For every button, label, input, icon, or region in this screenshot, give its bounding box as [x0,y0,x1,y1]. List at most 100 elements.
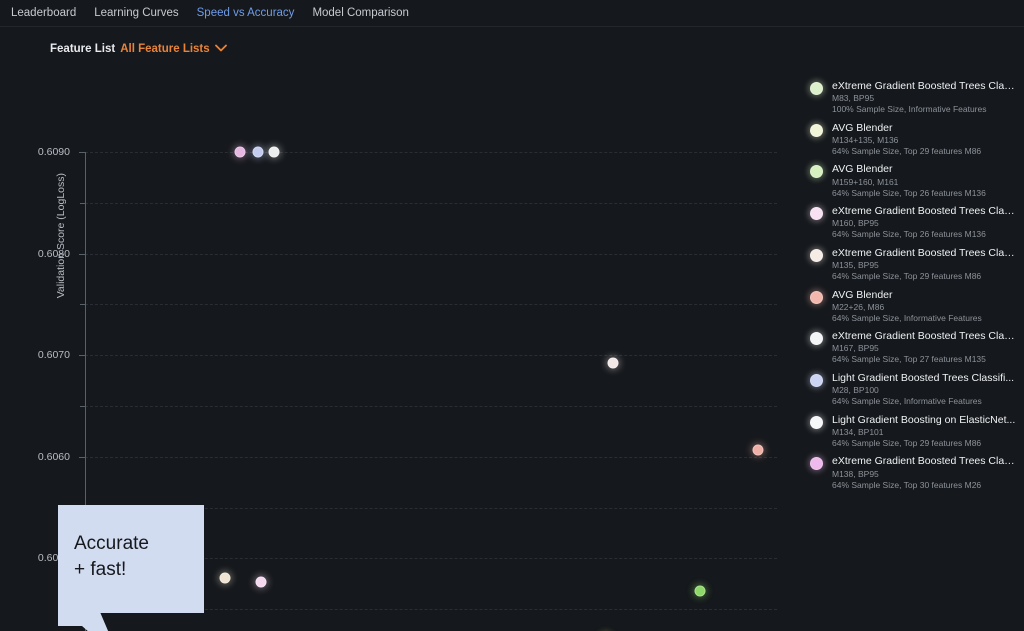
legend-item[interactable]: eXtreme Gradient Boosted Trees Classi...… [806,455,1024,490]
legend-item[interactable]: eXtreme Gradient Boosted Trees Classi...… [806,330,1024,365]
callout-bubble: Accurate + fast! [58,505,204,613]
legend-color-swatch-icon [810,415,823,429]
legend-item-title: eXtreme Gradient Boosted Trees Classi... [832,246,1018,259]
callout-text: Accurate + fast! [74,533,149,580]
legend-item-title: eXtreme Gradient Boosted Trees Classi... [832,330,1018,343]
legend-color-swatch-icon [810,290,823,304]
legend-item-model-id: M134+135, M136 [832,134,899,145]
scatter-point[interactable] [252,146,264,158]
legend-item-model-id: M138, BP95 [832,468,879,479]
gridline [85,253,777,255]
legend-item-title: eXtreme Gradient Boosted Trees Classi... [832,80,1018,92]
y-axis-title: Validation Score (LogLoss) [55,173,67,299]
legend-item-text: AVG Blender M159+160, M161 64% Sample Size… [832,163,986,198]
legend-item[interactable]: AVG Blender M134+135, M136 64% Sample Size… [806,122,1024,157]
scatter-point[interactable] [219,572,231,584]
legend-color-swatch-icon [810,123,823,137]
legend-item-sample-info: 64% Sample Size, Top 29 features M86 [832,437,982,448]
legend-item[interactable]: Light Gradient Boosting on ElasticNet...… [806,414,1024,449]
legend-color-swatch-icon [810,374,823,388]
legend-color-swatch-icon [810,82,823,95]
legend-item-title: AVG Blender [832,288,893,301]
legend-color-swatch-icon [810,248,823,262]
legend-item-sample-info: 64% Sample Size, Informative Features [832,396,982,407]
legend-item-text: AVG Blender M22+26, M86 64% Sample Size, I… [832,289,982,324]
legend-item-text: eXtreme Gradient Boosted Trees Classi...… [832,80,1018,115]
speed-vs-accuracy-page: Leaderboard Learning Curves Speed vs Accur… [0,0,1024,631]
legend-item-model-id: M22+26, M86 [832,301,885,312]
feature-list-dropdown-value[interactable]: All Feature Lists [120,43,209,55]
nav-tab-speed-vs-accuracy[interactable]: Speed vs Accuracy [188,0,304,26]
legend-item-sample-info: 100% Sample Size, Informative Features [832,104,987,115]
scatter-point[interactable] [234,146,246,158]
legend-color-swatch-icon [810,332,823,346]
legend-item-text: AVG Blender M134+135, M136 64% Sample Size… [832,122,981,157]
feature-list-bar: Feature List All Feature Lists [0,38,800,60]
legend-item-title: eXtreme Gradient Boosted Trees Classi... [832,455,1018,468]
y-axis-tick [79,456,85,458]
y-axis-tick-label: 0.6070 [37,349,70,362]
legend-item-text: eXtreme Gradient Boosted Trees Classi...… [832,330,1018,365]
nav-tab-leaderboard[interactable]: Leaderboard [2,0,85,26]
legend-item-text: eXtreme Gradient Boosted Trees Classi...… [832,205,1018,240]
scatter-point[interactable] [694,585,706,597]
legend-item-sample-info: 64% Sample Size, Top 29 features M86 [832,271,982,282]
y-axis-tick-label: 0.6080 [37,247,70,260]
speed-vs-accuracy-scatter-chart: Validation Score (LogLoss) Time to make … [0,68,800,631]
legend-item[interactable]: AVG Blender M22+26, M86 64% Sample Size, I… [806,289,1024,324]
legend-item-model-id: M159+160, M161 [832,176,899,187]
gridline [85,202,777,204]
scatter-point[interactable] [752,444,764,456]
chart-legend: eXtreme Gradient Boosted Trees Classi...… [806,80,1024,490]
nav-tab-model-comparison[interactable]: Model Comparison [303,0,418,26]
scatter-point[interactable] [255,576,267,588]
legend-item-sample-info: 64% Sample Size, Top 29 features M86 [832,145,982,156]
scatter-point[interactable] [268,146,280,158]
callout-tail-icon [58,612,109,631]
gridline [85,304,777,306]
legend-item-title: eXtreme Gradient Boosted Trees Classi... [832,205,1018,218]
legend-item-model-id: M135, BP95 [832,260,879,270]
gridline [85,406,777,407]
legend-item-sample-info: 64% Sample Size, Top 26 features M136 [832,229,986,240]
feature-list-label: Feature List [50,43,116,55]
legend-item-sample-info: 64% Sample Size, Top 27 features M135 [832,354,986,365]
y-axis-minor-tick [80,202,85,204]
y-axis-minor-tick [80,406,85,407]
y-axis-tick [79,253,85,255]
chevron-down-icon[interactable] [214,44,227,55]
legend-item-model-id: M83, BP95 [832,93,875,104]
legend-item-sample-info: 64% Sample Size, Top 30 features M26 [832,479,982,490]
gridline [85,355,777,357]
y-axis-tick [79,355,85,357]
legend-item[interactable]: AVG Blender M159+160, M161 64% Sample Size… [806,163,1024,198]
legend-item-model-id: M28, BP100 [832,385,879,396]
legend-item-sample-info: 64% Sample Size, Informative Features [832,312,982,323]
legend-item-title: AVG Blender [832,163,893,176]
legend-item-text: eXtreme Gradient Boosted Trees Classi...… [832,455,1018,490]
legend-item[interactable]: Light Gradient Boosted Trees Classifi...… [806,372,1024,407]
scatter-point[interactable] [607,357,619,369]
y-axis-tick-label: 0.6060 [37,450,70,463]
y-axis-tick-label: 0.6090 [37,146,70,158]
y-axis-tick [79,152,85,153]
gridline [85,456,777,458]
legend-item-title: AVG Blender [832,121,893,134]
primary-nav-tabs: Leaderboard Learning Curves Speed vs Accur… [0,0,1024,27]
legend-item-title: Light Gradient Boosted Trees Classifi... [832,372,1015,385]
y-axis-minor-tick [80,304,85,306]
legend-item-text: eXtreme Gradient Boosted Trees Classi...… [832,247,1018,282]
legend-item[interactable]: eXtreme Gradient Boosted Trees Classi...… [806,247,1024,282]
legend-item[interactable]: eXtreme Gradient Boosted Trees Classi...… [806,80,1024,115]
legend-item-title: Light Gradient Boosting on ElasticNet... [832,413,1016,426]
legend-item-model-id: M167, BP95 [832,343,879,354]
legend-item-model-id: M160, BP95 [832,218,879,229]
legend-item-model-id: M134, BP101 [832,426,884,437]
legend-color-swatch-icon [810,165,823,179]
legend-item[interactable]: eXtreme Gradient Boosted Trees Classi...… [806,205,1024,240]
legend-color-swatch-icon [810,457,823,471]
legend-item-text: Light Gradient Boosted Trees Classifi...… [832,372,1014,407]
nav-tab-learning-curves[interactable]: Learning Curves [85,0,187,26]
legend-color-swatch-icon [810,207,823,221]
legend-item-text: Light Gradient Boosting on ElasticNet...… [832,414,1015,449]
